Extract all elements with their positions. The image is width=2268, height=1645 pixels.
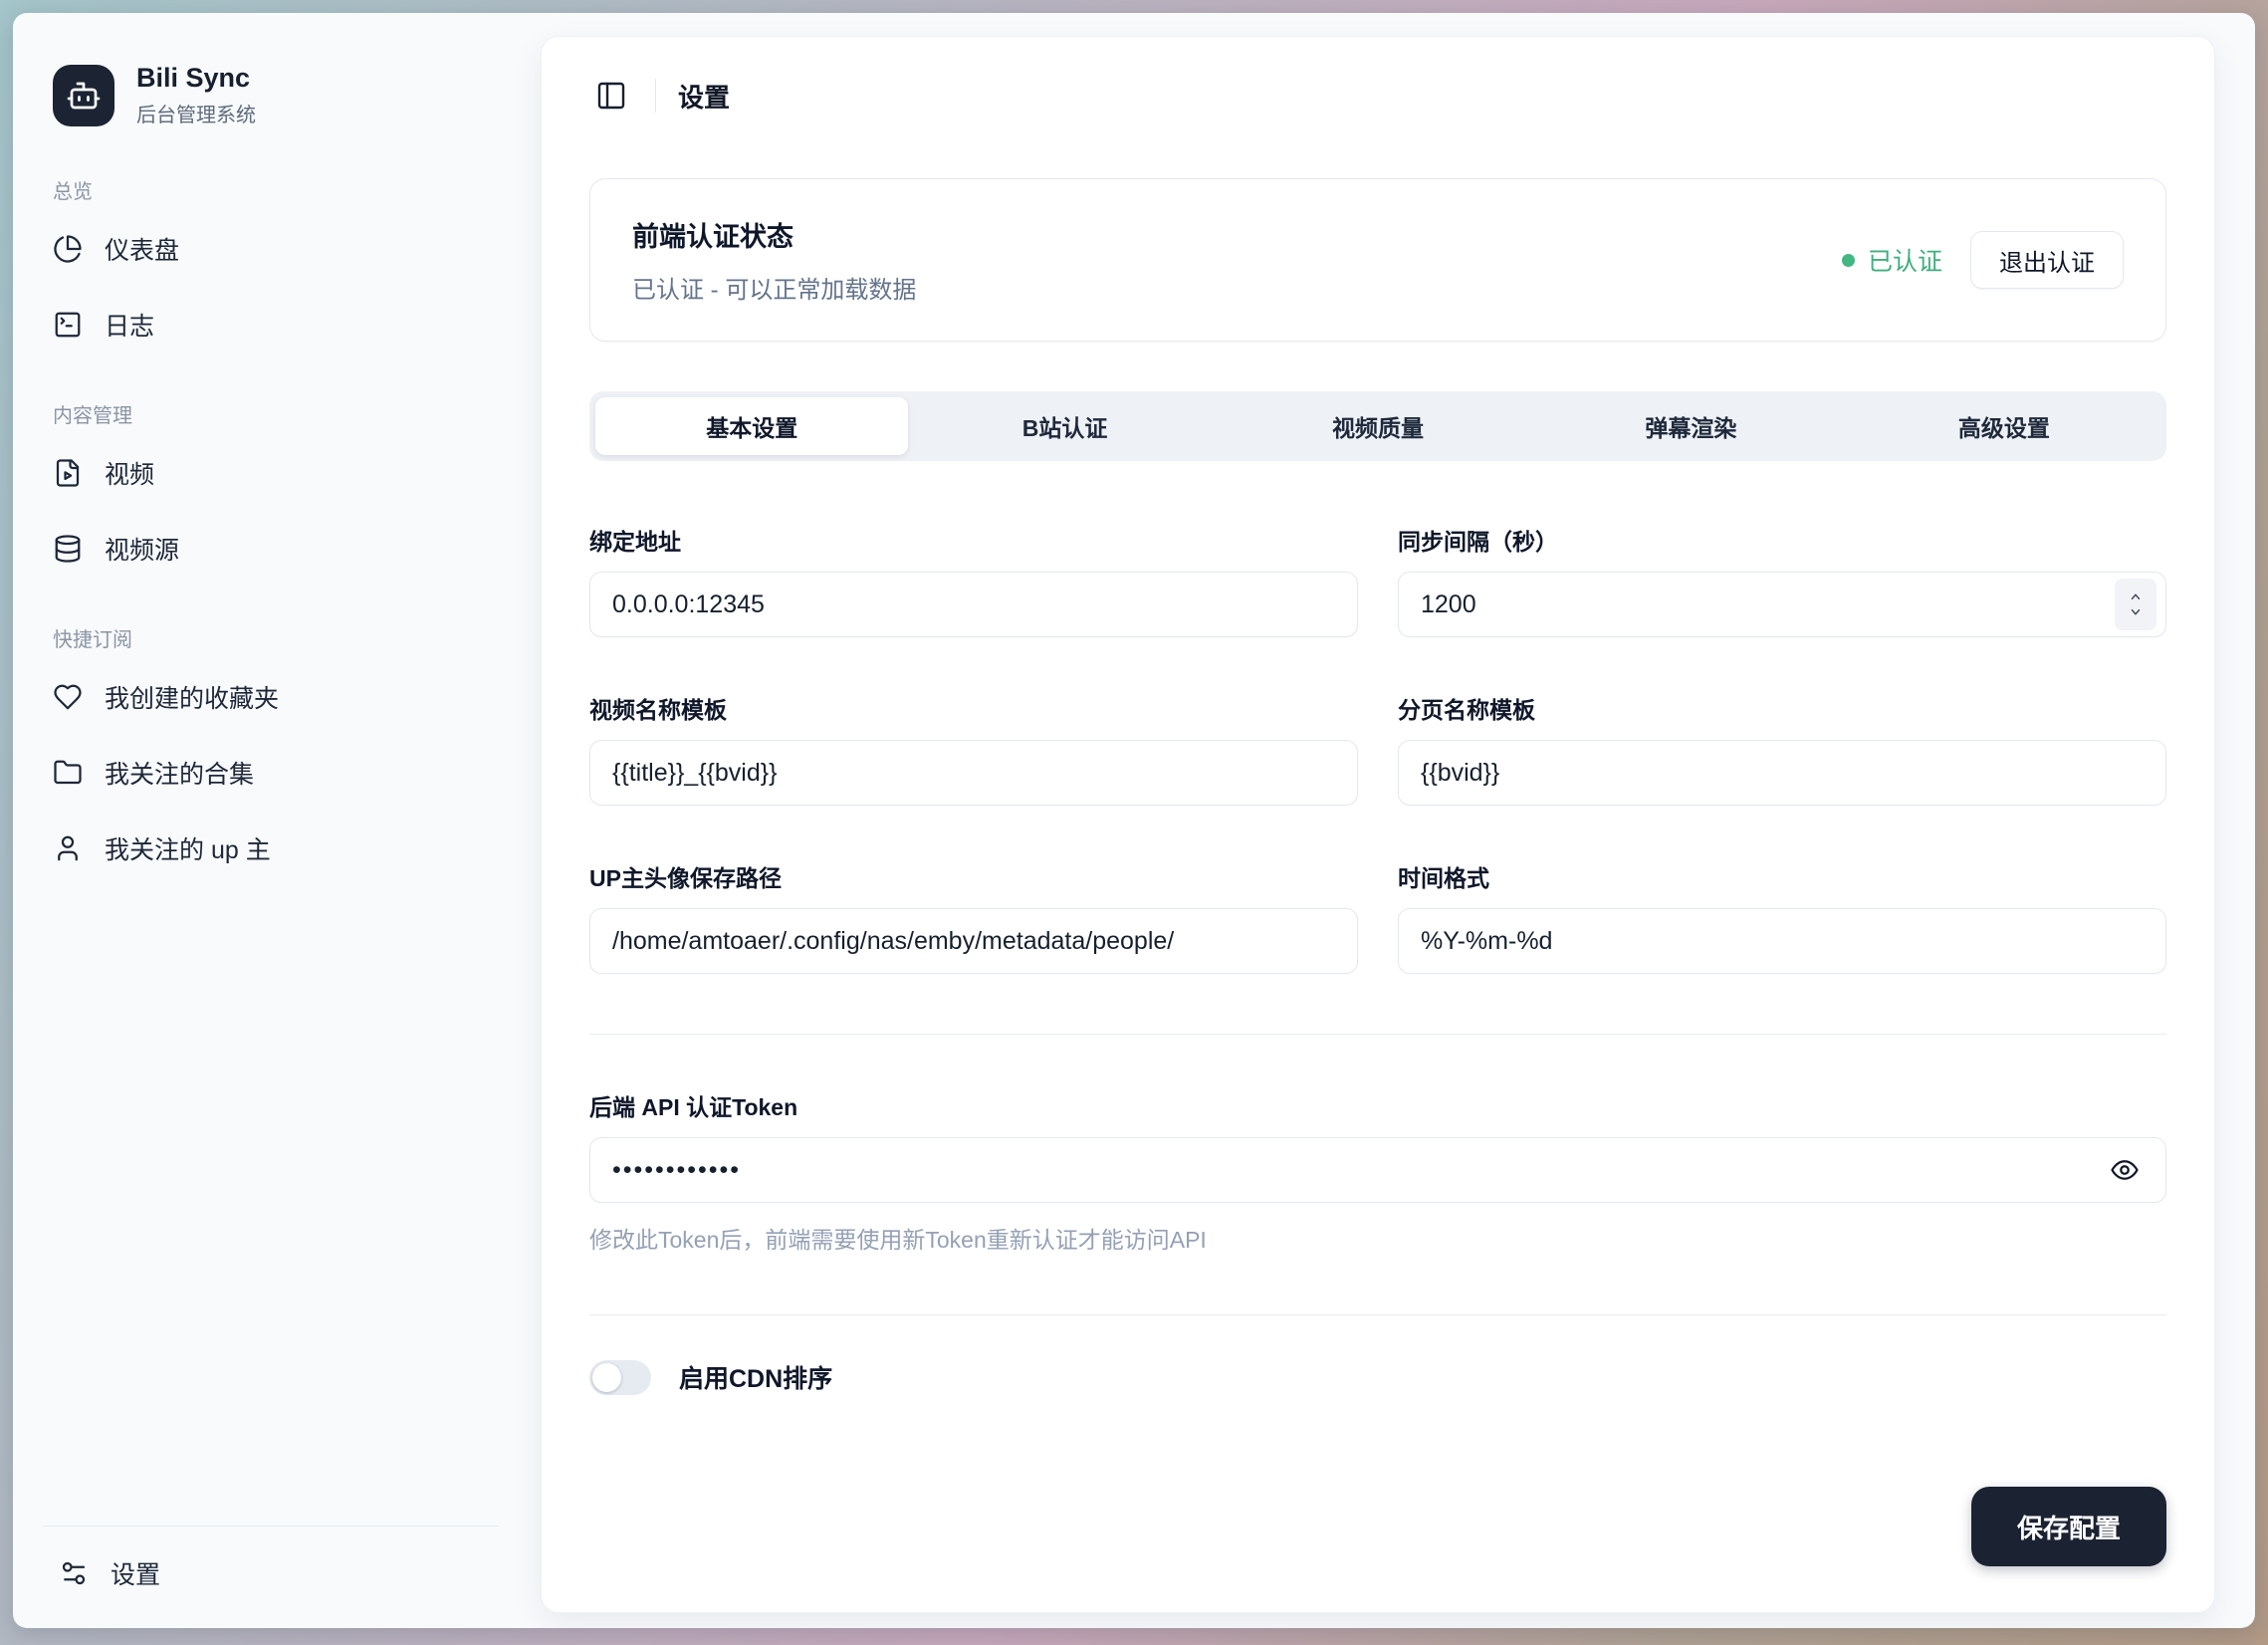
number-stepper[interactable]: [2115, 579, 2156, 630]
bind-address-label: 绑定地址: [589, 523, 1358, 557]
page-name-template-field-group: 分页名称模板: [1398, 691, 2166, 806]
header-separator: [655, 79, 656, 113]
form-actions: 保存配置: [589, 1487, 2166, 1566]
main-header: 设置: [589, 37, 2166, 120]
toggle-thumb: [592, 1363, 621, 1392]
app-logo: Bili Sync 后台管理系统: [53, 63, 489, 127]
sidebar-item-label: 我关注的 up 主: [105, 830, 271, 866]
section-label-content: 内容管理: [37, 399, 505, 428]
app-window: Bili Sync 后台管理系统 总览 仪表盘: [13, 13, 2255, 1628]
section-label-overview: 总览: [37, 175, 505, 204]
time-format-label: 时间格式: [1398, 859, 2166, 893]
sidebar-item-videos[interactable]: 视频: [37, 442, 505, 504]
sidebar-item-dashboard[interactable]: 仪表盘: [37, 218, 505, 280]
folder-icon: [53, 758, 83, 788]
auth-status-card: 前端认证状态 已认证 - 可以正常加载数据 已认证 退出认证: [589, 178, 2166, 342]
tab-bilibili-auth[interactable]: B站认证: [908, 397, 1221, 455]
sidebar-toggle-button[interactable]: [589, 74, 633, 118]
sidebar: Bili Sync 后台管理系统 总览 仪表盘: [13, 13, 529, 1628]
terminal-icon: [53, 310, 83, 340]
logout-auth-button[interactable]: 退出认证: [1970, 231, 2124, 289]
save-config-button[interactable]: 保存配置: [1971, 1487, 2166, 1566]
bind-address-input[interactable]: [589, 572, 1358, 637]
sidebar-item-label: 视频: [105, 455, 154, 491]
tab-advanced-settings[interactable]: 高级设置: [1848, 397, 2160, 455]
sync-interval-label: 同步间隔（秒）: [1398, 523, 2166, 557]
avatar-path-label: UP主头像保存路径: [589, 859, 1358, 893]
status-dot-icon: [1842, 254, 1855, 267]
auth-status-badge: 已认证: [1842, 242, 1942, 278]
auth-card-title: 前端认证状态: [632, 215, 916, 254]
file-play-icon: [53, 458, 83, 488]
sync-interval-field-group: 同步间隔（秒）: [1398, 523, 2166, 637]
api-token-helper-text: 修改此Token后，前端需要使用新Token重新认证才能访问API: [589, 1221, 2166, 1255]
sync-interval-input[interactable]: [1398, 572, 2166, 637]
basic-settings-form: 绑定地址 同步间隔（秒） 视频名称模板: [589, 523, 2166, 974]
chevron-down-icon: [2127, 605, 2145, 619]
bind-address-field-group: 绑定地址: [589, 523, 1358, 637]
sidebar-item-label: 我关注的合集: [105, 755, 254, 791]
tab-video-quality[interactable]: 视频质量: [1222, 397, 1534, 455]
app-subtitle: 后台管理系统: [136, 99, 256, 127]
bot-logo-icon: [53, 65, 114, 126]
chevron-up-icon: [2127, 589, 2145, 603]
tab-basic-settings[interactable]: 基本设置: [595, 397, 908, 455]
api-token-section: 后端 API 认证Token 修改此Token后，前端需要使用新Token重新认…: [589, 1088, 2166, 1255]
avatar-path-field-group: UP主头像保存路径: [589, 859, 1358, 974]
time-format-input[interactable]: [1398, 908, 2166, 974]
cdn-sort-toggle[interactable]: [589, 1360, 651, 1395]
api-token-label: 后端 API 认证Token: [589, 1088, 2166, 1122]
sidebar-nav: 总览 仪表盘 日志: [37, 131, 505, 1526]
heart-icon: [53, 682, 83, 712]
panel-left-icon: [595, 80, 627, 112]
cdn-toggle-label: 启用CDN排序: [679, 1359, 832, 1395]
sidebar-item-settings[interactable]: 设置: [43, 1542, 499, 1604]
video-name-template-field-group: 视频名称模板: [589, 691, 1358, 806]
avatar-path-input[interactable]: [589, 908, 1358, 974]
eye-icon: [2110, 1155, 2140, 1185]
user-icon: [53, 833, 83, 863]
main-panel: 设置 前端认证状态 已认证 - 可以正常加载数据 已认证 退出认证 基本设置 B…: [541, 36, 2215, 1613]
sidebar-item-favorites[interactable]: 我创建的收藏夹: [37, 666, 505, 728]
sidebar-item-video-sources[interactable]: 视频源: [37, 518, 505, 580]
sidebar-item-label: 我创建的收藏夹: [105, 679, 279, 715]
time-format-field-group: 时间格式: [1398, 859, 2166, 974]
tab-danmaku-render[interactable]: 弹幕渲染: [1534, 397, 1847, 455]
section-divider: [589, 1314, 2166, 1315]
cdn-toggle-row: 启用CDN排序: [589, 1359, 2166, 1395]
sliders-icon: [59, 1558, 89, 1588]
settings-tabs: 基本设置 B站认证 视频质量 弹幕渲染 高级设置: [589, 391, 2166, 461]
video-name-template-input[interactable]: [589, 740, 1358, 806]
auth-card-subtitle: 已认证 - 可以正常加载数据: [632, 270, 916, 305]
sidebar-item-logs[interactable]: 日志: [37, 294, 505, 355]
sidebar-item-uploaders[interactable]: 我关注的 up 主: [37, 818, 505, 879]
page-name-template-input[interactable]: [1398, 740, 2166, 806]
sidebar-item-label: 设置: [111, 1555, 160, 1591]
page-name-template-label: 分页名称模板: [1398, 691, 2166, 725]
app-title: Bili Sync: [136, 63, 256, 94]
status-badge-label: 已认证: [1868, 242, 1942, 278]
sidebar-item-label: 仪表盘: [105, 231, 179, 267]
video-name-template-label: 视频名称模板: [589, 691, 1358, 725]
sidebar-item-label: 日志: [105, 307, 154, 343]
pie-chart-icon: [53, 234, 83, 264]
toggle-token-visibility-button[interactable]: [2105, 1150, 2145, 1190]
sidebar-footer: 设置: [43, 1526, 499, 1628]
section-label-subscriptions: 快捷订阅: [37, 623, 505, 652]
sidebar-item-label: 视频源: [105, 531, 179, 567]
page-title: 设置: [678, 78, 730, 115]
database-icon: [53, 534, 83, 564]
sidebar-item-collections[interactable]: 我关注的合集: [37, 742, 505, 804]
section-divider: [589, 1034, 2166, 1035]
api-token-input[interactable]: [589, 1137, 2166, 1203]
